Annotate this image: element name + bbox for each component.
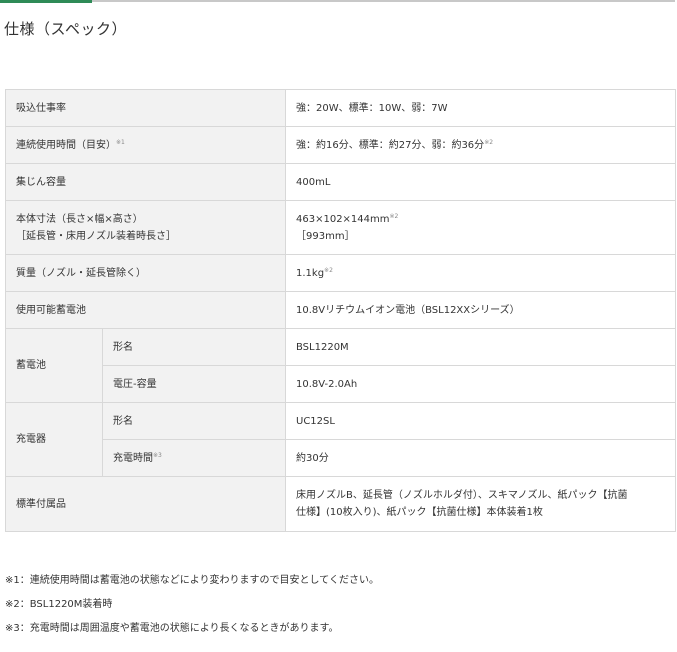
cell-text: 強：約16分、標準：約27分、弱：約36分 <box>296 139 485 151</box>
cell-text: 標準付属品 <box>16 498 66 510</box>
footnote-1: ※1：連続使用時間は蓄電池の状態などにより変わりますので目安としてください。 <box>5 575 379 586</box>
cell-text: 10.8V-2.0Ah <box>296 378 358 390</box>
cell-text: 強：20W、標準：10W、弱：7W <box>296 102 448 114</box>
table-row: 本体寸法（長さ×幅×高さ） ［延長管・床用ノズル装着時長さ］ 463×102×14… <box>5 200 676 255</box>
row-label-accessories: 標準付属品 <box>5 476 286 532</box>
footnote-mark: ※2 <box>324 266 333 274</box>
cell-text: ［延長管・床用ノズル装着時長さ］ <box>16 230 176 242</box>
cell-text: 集じん容量 <box>16 176 66 188</box>
cell-text: 463×102×144mm <box>296 213 390 225</box>
cell-text: 1.1kg <box>296 267 325 279</box>
row-value-suction-power: 強：20W、標準：10W、弱：7W <box>285 89 676 127</box>
cell-text: 電圧-容量 <box>113 378 157 390</box>
footnote-2: ※2：BSL1220M装着時 <box>5 599 113 610</box>
cell-text: 床用ノズルB、延長管（ノズルホルダ付）、スキマノズル、紙パック【抗菌 <box>296 490 628 501</box>
row-label-runtime: 連続使用時間（目安）※1 <box>5 126 286 164</box>
top-rule-accent <box>0 0 92 3</box>
cell-text: 形名 <box>113 415 133 427</box>
row-label-weight: 質量（ノズル・延長管除く） <box>5 254 286 292</box>
cell-text: 質量（ノズル・延長管除く） <box>16 267 146 279</box>
row-value-battery-model: BSL1220M <box>285 328 676 366</box>
footnote-mark: ※2 <box>389 212 399 220</box>
cell-text: 形名 <box>113 341 133 353</box>
table-row: 充電時間※3 約30分 <box>6 439 676 477</box>
row-label-charger: 充電器 <box>5 402 103 477</box>
cell-text: 約30分 <box>296 452 329 464</box>
table-row: 連続使用時間（目安）※1 強：約16分、標準：約27分、弱：約36分※2 <box>5 126 676 164</box>
cell-text: UC12SL <box>296 415 335 427</box>
table-row: 質量（ノズル・延長管除く） 1.1kg※2 <box>5 254 676 292</box>
cell-text: 蓄電池 <box>16 360 46 371</box>
table-row: 充電器 形名 UC12SL <box>5 402 676 477</box>
top-rule <box>0 0 675 2</box>
cell-text: 吸込仕事率 <box>16 102 66 114</box>
cell-text: 本体寸法（長さ×幅×高さ） <box>16 213 143 225</box>
cell-text: 使用可能蓄電池 <box>16 304 86 316</box>
table-row: 吸込仕事率 強：20W、標準：10W、弱：7W <box>5 89 676 127</box>
cell-text: 充電時間 <box>113 452 153 464</box>
row-sublabel-battery-voltage: 電圧-容量 <box>102 365 286 403</box>
row-value-weight: 1.1kg※2 <box>285 254 676 292</box>
cell-text: 400mL <box>296 176 331 188</box>
cell-text: ［993mm］ <box>296 230 355 242</box>
row-value-dimensions: 463×102×144mm※2 ［993mm］ <box>285 200 676 255</box>
row-value-battery-compat: 10.8Vリチウムイオン電池（BSL12XXシリーズ） <box>285 291 676 329</box>
spec-table: 吸込仕事率 強：20W、標準：10W、弱：7W 連続使用時間（目安）※1 強：約… <box>5 89 676 532</box>
row-label-dust-capacity: 集じん容量 <box>5 163 286 201</box>
footnote-mark: ※2 <box>484 138 494 146</box>
footnote-mark: ※3 <box>153 451 162 459</box>
cell-text: 10.8Vリチウムイオン電池（BSL12XXシリーズ） <box>296 304 520 316</box>
row-label-dimensions: 本体寸法（長さ×幅×高さ） ［延長管・床用ノズル装着時長さ］ <box>5 200 286 255</box>
row-sublabel-battery-model: 形名 <box>102 328 286 366</box>
table-row: 蓄電池 形名 BSL1220M <box>5 328 676 403</box>
row-label-suction-power: 吸込仕事率 <box>5 89 286 127</box>
row-sublabel-charger-model: 形名 <box>102 402 286 440</box>
table-row: 集じん容量 400mL <box>5 163 676 201</box>
table-row: 電圧-容量 10.8V-2.0Ah <box>6 365 676 403</box>
footnote-3: ※3：充電時間は周囲温度や蓄電池の状態により長くなるときがあります。 <box>5 623 339 634</box>
cell-text: 連続使用時間（目安） <box>16 139 116 151</box>
cell-text: BSL1220M <box>296 341 349 353</box>
row-label-battery: 蓄電池 <box>5 328 103 403</box>
row-value-charge-time: 約30分 <box>285 439 676 477</box>
row-value-runtime: 強：約16分、標準：約27分、弱：約36分※2 <box>285 126 676 164</box>
table-row: 使用可能蓄電池 10.8Vリチウムイオン電池（BSL12XXシリーズ） <box>5 291 676 329</box>
table-row: 標準付属品 床用ノズルB、延長管（ノズルホルダ付）、スキマノズル、紙パック【抗菌… <box>5 476 676 532</box>
page-title: 仕様（スペック） <box>4 20 127 38</box>
row-value-accessories: 床用ノズルB、延長管（ノズルホルダ付）、スキマノズル、紙パック【抗菌 仕様】(10… <box>285 476 676 532</box>
row-label-battery-compat: 使用可能蓄電池 <box>5 291 286 329</box>
row-sublabel-charge-time: 充電時間※3 <box>102 439 286 477</box>
row-value-dust-capacity: 400mL <box>285 163 676 201</box>
row-value-charger-model: UC12SL <box>285 402 676 440</box>
cell-text: 仕様】(10枚入り)、紙パック【抗菌仕様】本体装着1枚 <box>296 507 543 518</box>
footnote-mark: ※1 <box>116 138 125 146</box>
row-value-battery-voltage: 10.8V-2.0Ah <box>285 365 676 403</box>
cell-text: 充電器 <box>16 434 46 445</box>
